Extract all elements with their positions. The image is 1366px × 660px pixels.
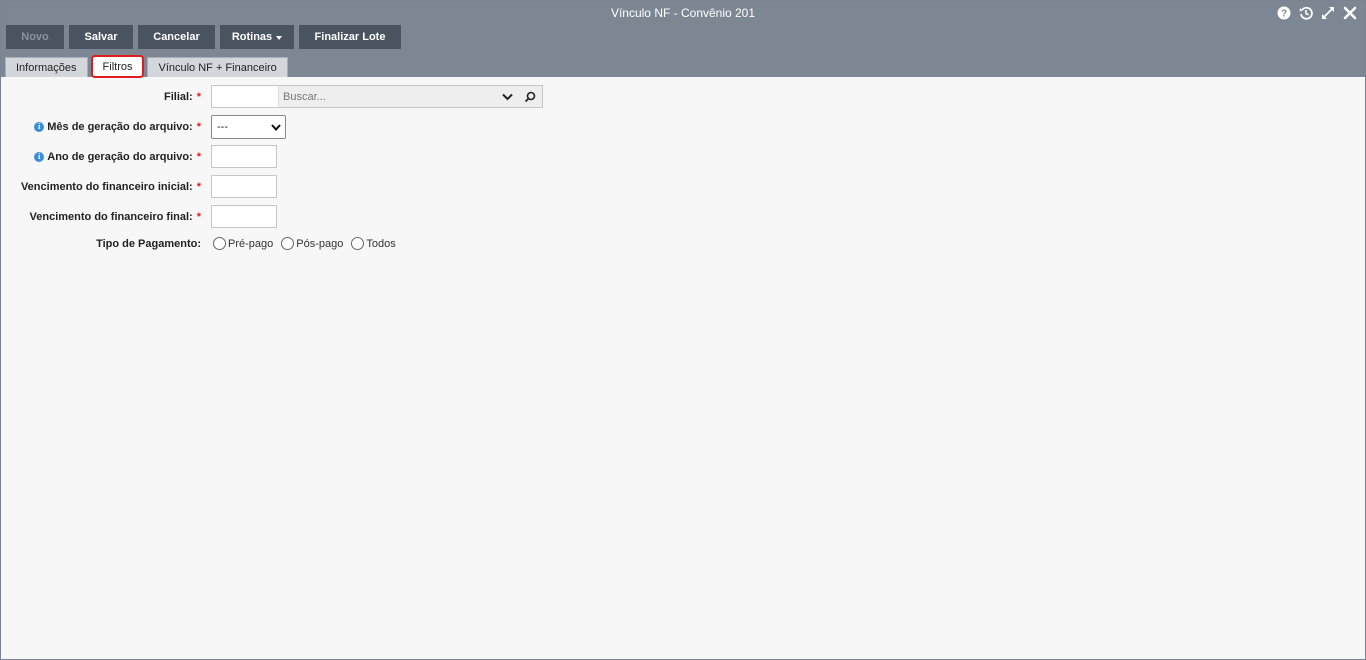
search-icon[interactable] — [518, 86, 542, 107]
history-icon[interactable] — [1299, 5, 1313, 20]
chevron-down-icon — [271, 123, 281, 131]
radio-button[interactable] — [213, 237, 226, 250]
filial-row: Filial: * Buscar... — [1, 85, 543, 108]
mes-label: i Mês de geração do arquivo: * — [1, 121, 201, 133]
tab-vinculo-nf-financeiro[interactable]: Vínculo NF + Financeiro — [147, 57, 288, 77]
venc-inicial-input[interactable] — [211, 175, 277, 198]
mes-select-value: --- — [217, 121, 228, 133]
help-icon[interactable]: ? — [1277, 5, 1291, 20]
chevron-down-icon[interactable] — [496, 86, 518, 107]
ano-input[interactable] — [211, 145, 277, 168]
radio-button[interactable] — [351, 237, 365, 250]
main-window: Vínculo NF - Convênio 201 ? Novo Salvar … — [0, 0, 1366, 660]
radio-pre-pago[interactable]: Pré-pago — [213, 237, 273, 250]
ano-label: i Ano de geração do arquivo: * — [1, 151, 201, 163]
salvar-button[interactable]: Salvar — [69, 25, 133, 49]
venc-final-input[interactable] — [211, 205, 277, 228]
tab-filtros[interactable]: Filtros — [90, 55, 145, 78]
filial-lookup: Buscar... — [211, 85, 543, 108]
radio-pos-pago[interactable]: Pós-pago — [281, 237, 343, 250]
info-icon[interactable]: i — [34, 151, 45, 162]
venc-final-row: Vencimento do financeiro final: * — [1, 205, 277, 228]
venc-inicial-label: Vencimento do financeiro inicial: * — [20, 180, 201, 193]
close-icon[interactable] — [1343, 5, 1357, 20]
tipo-pagamento-label: Tipo de Pagamento: — [96, 237, 201, 250]
radio-button[interactable] — [281, 237, 295, 250]
svg-text:?: ? — [1281, 8, 1287, 19]
tab-bar: Informações Filtros Vínculo NF + Finance… — [1, 51, 1365, 78]
rotinas-dropdown-button[interactable]: Rotinas — [220, 25, 294, 49]
required-mark: * — [196, 180, 201, 193]
radio-todos[interactable]: Todos — [351, 237, 396, 250]
tab-informacoes[interactable]: Informações — [5, 57, 88, 77]
venc-final-label: Vencimento do financeiro final: * — [29, 210, 201, 223]
window-controls: ? — [1277, 5, 1357, 20]
caret-down-icon — [276, 35, 283, 40]
venc-inicial-row: Vencimento do financeiro inicial: * — [1, 175, 277, 198]
finalizar-lote-button[interactable]: Finalizar Lote — [299, 25, 401, 49]
required-mark: * — [196, 150, 201, 163]
expand-icon[interactable] — [1321, 5, 1335, 20]
toolbar: Novo Salvar Cancelar Rotinas Finalizar L… — [1, 25, 1365, 51]
cancelar-button[interactable]: Cancelar — [138, 25, 215, 49]
required-mark: * — [196, 210, 201, 223]
mes-select[interactable]: --- — [211, 115, 286, 139]
mes-row: i Mês de geração do arquivo: * --- — [1, 115, 286, 139]
required-mark: * — [196, 90, 201, 103]
filial-label: Filial: * — [163, 90, 201, 103]
info-icon[interactable]: i — [34, 122, 45, 132]
window-title: Vínculo NF - Convênio 201 — [610, 6, 756, 20]
title-bar: Vínculo NF - Convênio 201 ? — [1, 1, 1365, 25]
tipo-pagamento-radio-group: Pré-pago Pós-pago Todos — [213, 237, 404, 250]
filial-code-input[interactable] — [212, 86, 279, 107]
required-mark: * — [196, 121, 201, 133]
tipo-pagamento-row: Tipo de Pagamento: Pré-pago Pós-pago Tod… — [1, 237, 404, 250]
novo-button: Novo — [6, 25, 64, 49]
ano-row: i Ano de geração do arquivo: * — [1, 145, 277, 168]
filial-search-input[interactable]: Buscar... — [279, 86, 496, 107]
rotinas-label: Rotinas — [231, 31, 273, 43]
